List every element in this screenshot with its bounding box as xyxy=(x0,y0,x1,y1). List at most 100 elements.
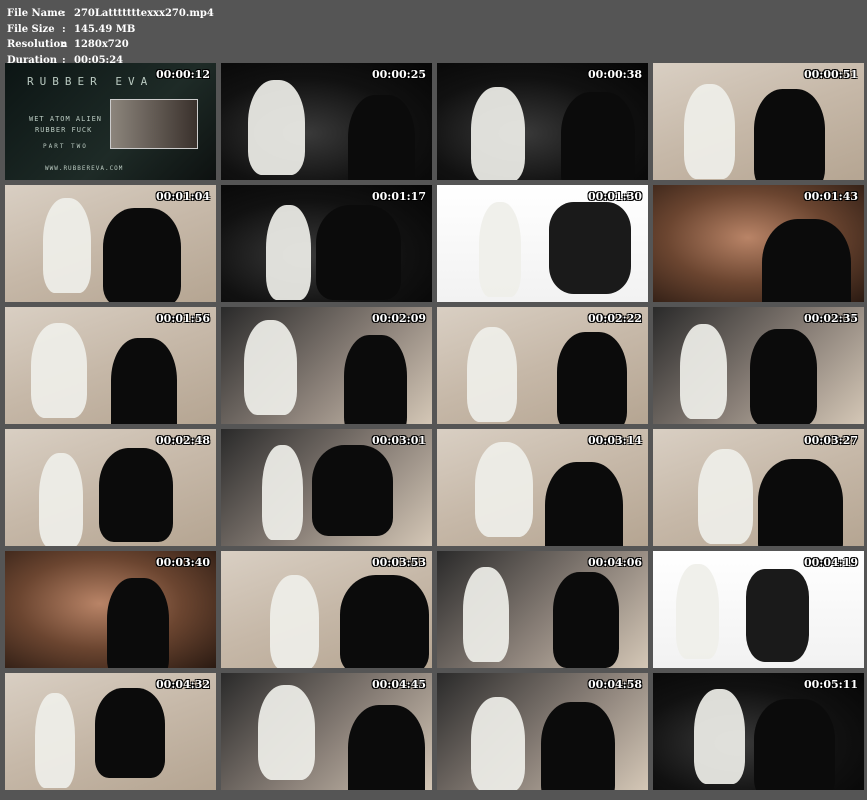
figure-shape xyxy=(266,205,311,300)
title-inset-image xyxy=(110,99,198,149)
figure-shape xyxy=(758,459,843,546)
timestamp-label: 00:02:09 xyxy=(371,312,426,325)
figure-shape xyxy=(557,332,627,424)
figure-shape xyxy=(698,449,753,544)
figure-shape xyxy=(340,575,429,668)
video-thumbnail[interactable]: 00:04:32 xyxy=(5,673,216,790)
figure-shape xyxy=(694,689,745,784)
figure-shape xyxy=(99,448,173,542)
figure-shape xyxy=(463,567,509,662)
timestamp-label: 00:00:38 xyxy=(587,68,642,81)
figure-shape xyxy=(348,95,415,180)
video-thumbnail[interactable]: 00:02:09 xyxy=(221,307,432,424)
figure-shape xyxy=(754,89,825,180)
video-thumbnail[interactable]: 00:01:43 xyxy=(653,185,864,302)
figure-shape xyxy=(39,453,83,546)
timestamp-label: 00:00:12 xyxy=(155,68,210,81)
timestamp-label: 00:03:27 xyxy=(803,434,858,447)
figure-shape xyxy=(467,327,517,422)
timestamp-label: 00:02:22 xyxy=(587,312,642,325)
timestamp-label: 00:01:56 xyxy=(155,312,210,325)
figure-shape xyxy=(103,208,181,302)
figure-shape xyxy=(258,685,315,780)
video-thumbnail[interactable]: 00:04:19 xyxy=(653,551,864,668)
video-thumbnail[interactable]: 00:05:11 xyxy=(653,673,864,790)
figure-shape xyxy=(680,324,727,419)
video-thumbnail[interactable]: 00:02:22 xyxy=(437,307,648,424)
timestamp-label: 00:04:06 xyxy=(587,556,642,569)
figure-shape xyxy=(316,205,401,300)
figure-shape xyxy=(746,569,809,662)
figure-shape xyxy=(541,702,615,790)
video-thumbnail[interactable]: 00:04:58 xyxy=(437,673,648,790)
video-thumbnail[interactable]: 00:01:56 xyxy=(5,307,216,424)
timestamp-label: 00:03:53 xyxy=(371,556,426,569)
timestamp-label: 00:00:25 xyxy=(371,68,426,81)
title-url: WWW.RUBBEREVA.COM xyxy=(45,165,124,172)
figure-shape xyxy=(348,705,425,790)
resolution-label: Resolution xyxy=(7,39,68,50)
figure-shape xyxy=(676,564,719,659)
video-thumbnail[interactable]: 00:01:17 xyxy=(221,185,432,302)
figure-shape xyxy=(750,329,817,424)
video-thumbnail[interactable]: 00:00:51 xyxy=(653,63,864,180)
timestamp-label: 00:02:48 xyxy=(155,434,210,447)
figure-shape xyxy=(31,323,87,418)
video-thumbnail[interactable]: 00:03:01 xyxy=(221,429,432,546)
video-thumbnail[interactable]: 00:03:27 xyxy=(653,429,864,546)
title-brand: RUBBER EVA xyxy=(27,75,154,88)
figure-shape xyxy=(270,575,319,668)
timestamp-label: 00:05:11 xyxy=(803,678,858,691)
figure-shape xyxy=(762,219,851,302)
title-line: PART TWO xyxy=(43,143,88,150)
figure-shape xyxy=(471,697,525,790)
timestamp-label: 00:00:51 xyxy=(803,68,858,81)
video-thumbnail[interactable]: 00:02:48 xyxy=(5,429,216,546)
video-thumbnail[interactable]: 00:00:25 xyxy=(221,63,432,180)
file-size-value: 145.49 MB xyxy=(74,23,136,35)
figure-shape xyxy=(262,445,303,540)
timestamp-label: 00:04:58 xyxy=(587,678,642,691)
file-info: File Name : 270Latttttttexxx270.mp4 File… xyxy=(7,6,214,68)
figure-shape xyxy=(43,198,91,293)
timestamp-label: 00:02:35 xyxy=(803,312,858,325)
timestamp-label: 00:04:45 xyxy=(371,678,426,691)
figure-shape xyxy=(479,202,521,297)
timestamp-label: 00:01:43 xyxy=(803,190,858,203)
video-thumbnail[interactable]: 00:01:04 xyxy=(5,185,216,302)
resolution-row: Resolution : 1280x720 xyxy=(7,37,214,53)
separator: : xyxy=(62,23,66,35)
video-thumbnail[interactable]: 00:03:14 xyxy=(437,429,648,546)
file-name-row: File Name : 270Latttttttexxx270.mp4 xyxy=(7,6,214,22)
figure-shape xyxy=(95,688,165,778)
video-thumbnail[interactable]: 00:03:53 xyxy=(221,551,432,668)
figure-shape xyxy=(244,320,297,415)
timestamp-label: 00:04:19 xyxy=(803,556,858,569)
file-size-row: File Size : 145.49 MB xyxy=(7,22,214,38)
figure-shape xyxy=(471,87,525,180)
video-thumbnail[interactable]: 00:04:06 xyxy=(437,551,648,668)
video-thumbnail[interactable]: 00:02:35 xyxy=(653,307,864,424)
separator: : xyxy=(62,39,66,50)
resolution-value: 1280x720 xyxy=(74,39,129,50)
timestamp-label: 00:01:04 xyxy=(155,190,210,203)
timestamp-label: 00:01:30 xyxy=(587,190,642,203)
title-line: WET ATOM ALIEN xyxy=(29,115,103,123)
figure-shape xyxy=(107,578,169,668)
figure-shape xyxy=(545,462,623,546)
video-thumbnail[interactable]: 00:04:45 xyxy=(221,673,432,790)
video-thumbnail[interactable]: 00:03:40 xyxy=(5,551,216,668)
file-size-label: File Size xyxy=(7,23,55,35)
figure-shape xyxy=(312,445,393,536)
video-thumbnail[interactable]: 00:00:38 xyxy=(437,63,648,180)
video-thumbnail[interactable]: RUBBER EVA WET ATOM ALIEN RUBBER FUCK PART … xyxy=(5,63,216,180)
figure-shape xyxy=(553,572,619,668)
video-thumbnail[interactable]: 00:01:30 xyxy=(437,185,648,302)
figure-shape xyxy=(754,699,835,790)
thumbnail-grid: RUBBER EVA WET ATOM ALIEN RUBBER FUCK PART … xyxy=(0,61,867,793)
separator: : xyxy=(62,8,66,19)
timestamp-label: 00:03:40 xyxy=(155,556,210,569)
file-name-label: File Name xyxy=(7,8,65,19)
figure-shape xyxy=(111,338,177,424)
title-line: RUBBER FUCK xyxy=(35,126,93,134)
